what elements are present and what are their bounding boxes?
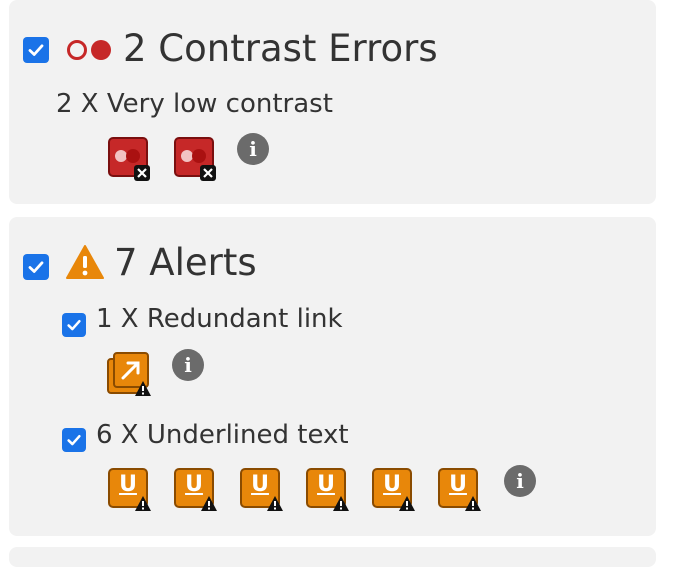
- underlined-text-label: 6 X Underlined text: [96, 420, 349, 450]
- underline-alert-icon[interactable]: U: [238, 466, 284, 512]
- checkmark-icon: [28, 44, 44, 56]
- warning-icon: [66, 245, 104, 279]
- redundant-link-icon[interactable]: [106, 351, 152, 397]
- contrast-error-icon: [67, 40, 111, 60]
- checkmark-icon: [67, 434, 81, 446]
- underlined-text-icons: U U U U U U: [106, 466, 482, 512]
- underline-alert-icon[interactable]: U: [304, 466, 350, 512]
- contrast-errors-checkbox[interactable]: [23, 37, 49, 63]
- underline-alert-icon[interactable]: U: [172, 466, 218, 512]
- checkmark-icon: [28, 261, 44, 273]
- info-icon[interactable]: i: [237, 133, 269, 165]
- info-icon[interactable]: i: [172, 349, 204, 381]
- redundant-link-label: 1 X Redundant link: [96, 304, 343, 334]
- underline-alert-icon[interactable]: U: [370, 466, 416, 512]
- checkmark-icon: [67, 319, 81, 331]
- info-icon[interactable]: i: [504, 465, 536, 497]
- very-low-contrast-label: 2 X Very low contrast: [56, 89, 333, 119]
- redundant-link-checkbox[interactable]: [62, 313, 86, 337]
- alerts-panel: 7 Alerts 1 X Redundant link i 6 X Underl…: [9, 217, 656, 536]
- contrast-errors-heading: 2 Contrast Errors: [123, 27, 438, 70]
- underlined-text-checkbox[interactable]: [62, 428, 86, 452]
- alerts-heading: 7 Alerts: [114, 241, 257, 284]
- underline-alert-icon[interactable]: U: [106, 466, 152, 512]
- next-panel: [9, 547, 656, 567]
- contrast-error-instance-icon[interactable]: [172, 135, 218, 181]
- underline-alert-icon[interactable]: U: [436, 466, 482, 512]
- contrast-error-instance-icon[interactable]: [106, 135, 152, 181]
- alerts-checkbox[interactable]: [23, 254, 49, 280]
- contrast-errors-panel: 2 Contrast Errors 2 X Very low contrast …: [9, 0, 656, 204]
